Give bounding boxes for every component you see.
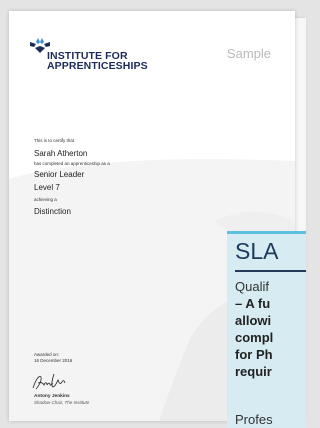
info-card-divider — [235, 270, 306, 272]
signatory-role: Shadow Chair, The Institute — [34, 400, 90, 405]
certify-text: This is to certify that — [34, 138, 75, 143]
signatory-name: Antony Jenkins — [34, 394, 70, 399]
level-text: Level 7 — [34, 183, 60, 192]
info-line-6: requir — [235, 364, 272, 379]
info-line-1: Qualif — [235, 279, 269, 294]
info-line-2: – A fu — [235, 296, 271, 311]
completed-text: has completed an apprenticeship as a — [34, 161, 110, 166]
institute-name: INSTITUTE FOR APPRENTICESHIPS — [47, 51, 148, 72]
info-line-5: for Ph — [235, 347, 273, 362]
institute-name-line2: APPRENTICESHIPS — [47, 60, 148, 72]
recipient-name: Sarah Atherton — [34, 149, 88, 158]
awarded-date: 16 December 2016 — [34, 358, 73, 363]
awarded-label: Awarded on: — [34, 352, 60, 357]
info-line-7: Profes — [235, 412, 273, 427]
role-name: Senior Leader — [34, 170, 85, 179]
achieving-text: achieving a — [34, 197, 57, 202]
info-card-title: SLA — [235, 238, 279, 264]
info-card-body: Qualif – A fu allowi compl for Ph requir — [235, 278, 320, 380]
signature — [32, 373, 66, 390]
info-card: SLA Qualif – A fu allowi compl for Ph re… — [227, 231, 306, 428]
info-line-3: allowi — [235, 313, 272, 328]
sample-watermark: Sample — [226, 46, 271, 61]
grade-text: Distinction — [34, 207, 71, 216]
info-line-4: compl — [235, 330, 274, 345]
